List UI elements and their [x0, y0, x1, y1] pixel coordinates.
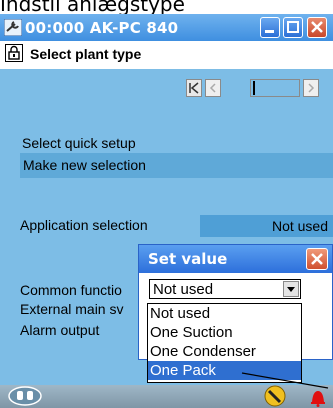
- alarm-output-label: Alarm output: [20, 322, 100, 338]
- dialog-title: Set value: [148, 250, 228, 268]
- window-title: 00:000 AK-PC 840: [25, 19, 179, 37]
- maximize-icon: [287, 21, 299, 33]
- selection-row[interactable]: Make new selection: [20, 153, 333, 178]
- first-page-icon: [189, 82, 199, 94]
- page-heading: Indstil anlægstype: [0, 0, 185, 16]
- option-not-used[interactable]: Not used: [148, 304, 301, 323]
- close-icon: [311, 21, 323, 33]
- minimize-button[interactable]: [260, 17, 280, 38]
- slider-thumb[interactable]: [253, 81, 255, 95]
- dropdown-toggle[interactable]: [283, 281, 299, 297]
- lock-icon: [8, 45, 20, 60]
- maximize-button[interactable]: [283, 17, 303, 38]
- selection-value: Make new selection: [23, 157, 146, 173]
- page-title: Select plant type: [30, 46, 142, 62]
- next-page-icon: [308, 83, 315, 93]
- previous-page-icon: [209, 83, 216, 93]
- value-select[interactable]: Not used: [149, 279, 301, 299]
- close-button[interactable]: [307, 17, 327, 38]
- common-functions-label: Common functio: [20, 282, 122, 298]
- previous-page-button[interactable]: [205, 79, 221, 97]
- next-page-button[interactable]: [303, 79, 319, 97]
- alarm-bell-icon[interactable]: [308, 387, 328, 407]
- chevron-down-icon: [287, 287, 295, 292]
- application-selection-label: Application selection: [20, 217, 148, 233]
- first-page-button[interactable]: [186, 79, 202, 97]
- network-icon[interactable]: [8, 386, 42, 406]
- wrench-icon: [4, 19, 22, 36]
- page-slider[interactable]: [250, 79, 300, 97]
- application-selection-value-field[interactable]: Not used: [200, 215, 333, 237]
- dialog-title-bar: Set value: [139, 245, 332, 273]
- option-one-suction[interactable]: One Suction: [148, 323, 301, 342]
- option-one-condenser[interactable]: One Condenser: [148, 342, 301, 361]
- select-current-value: Not used: [153, 281, 214, 298]
- quick-setup-label: Select quick setup: [22, 135, 136, 151]
- application-selection-value: Not used: [271, 218, 328, 234]
- external-main-switch-label: External main sv: [20, 301, 124, 317]
- lock-button[interactable]: [5, 44, 23, 62]
- dialog-close-button[interactable]: [306, 248, 328, 270]
- close-icon: [311, 253, 323, 265]
- header-row: Select plant type: [0, 41, 333, 69]
- title-bar: 00:000 AK-PC 840: [0, 14, 333, 41]
- pointer-line: [241, 372, 329, 389]
- minimize-icon: [265, 30, 274, 33]
